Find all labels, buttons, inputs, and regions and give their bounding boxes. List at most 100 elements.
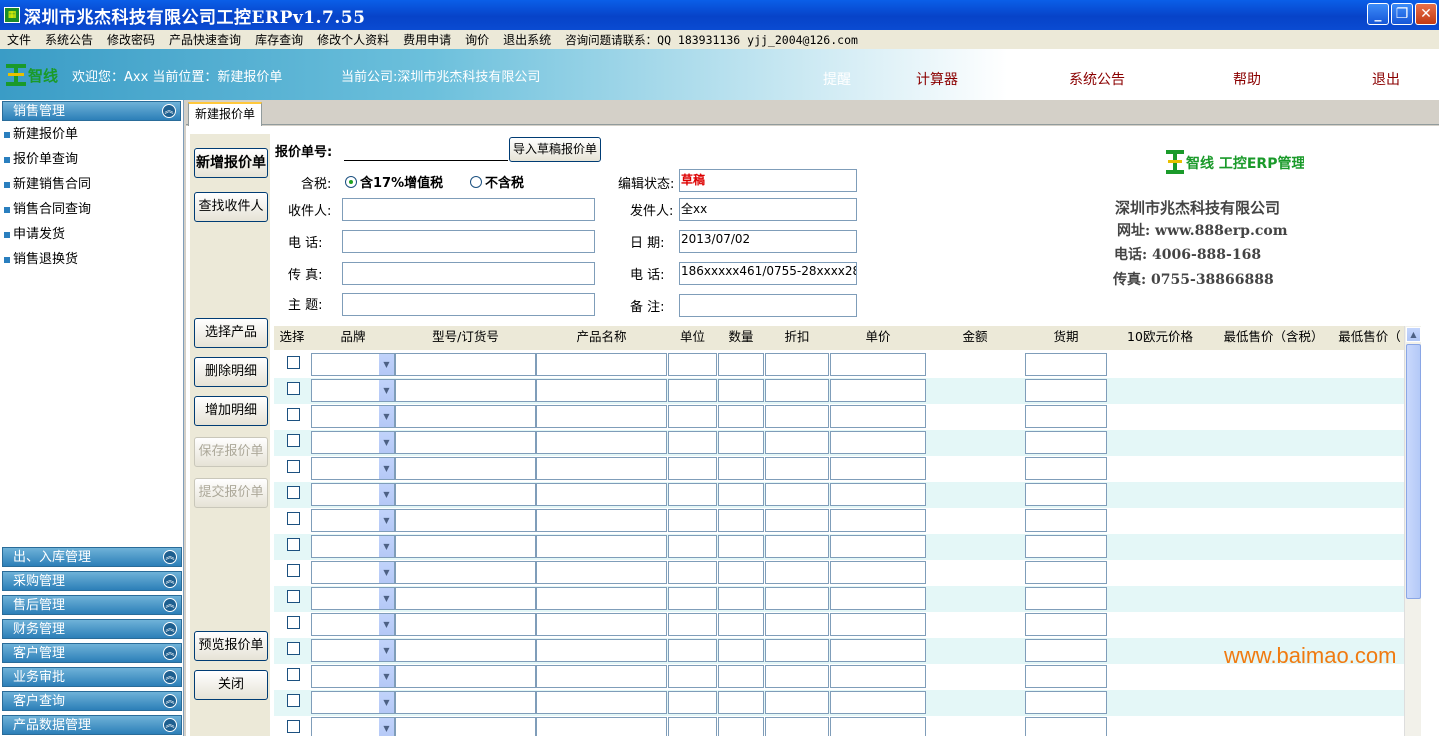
grid-cell-input[interactable] [668,535,717,558]
chevron-down-icon[interactable]: ▼ [378,406,394,427]
delivery-input[interactable] [1025,535,1107,558]
menu-product-search[interactable]: 产品快速查询 [162,31,248,48]
tax-option-vat[interactable]: 含17%增值税 [345,172,443,191]
sender-field[interactable]: 全xx [679,198,857,221]
sidebar-item-contract-query[interactable]: 销售合同查询 [0,197,183,222]
grid-cell-input[interactable] [765,405,829,428]
delivery-input[interactable] [1025,457,1107,480]
chevron-up-icon[interactable]: ︽ [162,104,176,118]
grid-cell-input[interactable] [718,613,764,636]
menu-file[interactable]: 文件 [0,31,38,48]
row-checkbox[interactable] [287,434,300,447]
chevron-down-icon[interactable]: ▼ [378,692,394,713]
quote-no-field[interactable] [344,141,508,161]
col-unit[interactable]: 单位 [668,326,717,351]
grid-cell-input[interactable] [536,431,667,454]
grid-cell-input[interactable] [668,691,717,714]
row-checkbox[interactable] [287,642,300,655]
row-checkbox[interactable] [287,486,300,499]
brand-dropdown[interactable]: ▼ [311,405,395,428]
sidebar-group-sales[interactable]: 销售管理 ︽ [2,101,181,121]
grid-cell-input[interactable] [718,717,764,736]
menu-change-password[interactable]: 修改密码 [100,31,162,48]
grid-cell-input[interactable] [668,587,717,610]
grid-cell-input[interactable] [830,561,926,584]
menu-expense[interactable]: 费用申请 [396,31,458,48]
grid-cell-input[interactable] [395,353,536,376]
submit-quote-button[interactable]: 提交报价单 [194,478,268,508]
header-link-reminder[interactable]: 提醒 [823,69,851,89]
chevron-down-icon[interactable]: ▼ [378,354,394,375]
grid-cell-input[interactable] [718,587,764,610]
new-quote-button[interactable]: 新增报价单 [194,148,268,178]
scroll-up-icon[interactable]: ▲ [1406,327,1421,342]
grid-cell-input[interactable] [718,379,764,402]
grid-cell-input[interactable] [765,431,829,454]
add-detail-button[interactable]: 增加明细 [194,396,268,426]
grid-cell-input[interactable] [395,379,536,402]
save-quote-button[interactable]: 保存报价单 [194,437,268,467]
chevron-down-icon[interactable]: ▼ [378,484,394,505]
grid-cell-input[interactable] [395,717,536,736]
find-recipient-button[interactable]: 查找收件人 [194,192,268,222]
row-checkbox[interactable] [287,538,300,551]
date-field[interactable]: 2013/07/02 [679,230,857,253]
grid-cell-input[interactable] [536,717,667,736]
grid-cell-input[interactable] [668,717,717,736]
brand-dropdown[interactable]: ▼ [311,587,395,610]
grid-cell-input[interactable] [536,457,667,480]
grid-cell-input[interactable] [536,691,667,714]
grid-cell-input[interactable] [395,457,536,480]
grid-cell-input[interactable] [395,665,536,688]
menu-announcement[interactable]: 系统公告 [38,31,100,48]
sidebar-group-aftersales[interactable]: 售后管理 ︽ [2,595,182,615]
menu-exit[interactable]: 退出系统 [496,31,558,48]
row-checkbox[interactable] [287,460,300,473]
brand-dropdown[interactable]: ▼ [311,509,395,532]
grid-cell-input[interactable] [718,561,764,584]
col-qty[interactable]: 数量 [718,326,764,351]
chevron-up-icon[interactable]: ︽ [163,670,177,684]
col-delivery[interactable]: 货期 [1025,326,1107,351]
col-unit-price[interactable]: 单价 [830,326,926,351]
grid-cell-input[interactable] [718,665,764,688]
row-checkbox[interactable] [287,590,300,603]
grid-cell-input[interactable] [718,509,764,532]
delivery-input[interactable] [1025,613,1107,636]
chevron-down-icon[interactable]: ▼ [378,432,394,453]
grid-cell-input[interactable] [718,431,764,454]
grid-cell-input[interactable] [830,665,926,688]
tax-option-none[interactable]: 不含税 [470,172,524,191]
grid-cell-input[interactable] [830,717,926,736]
chevron-up-icon[interactable]: ︽ [163,694,177,708]
chevron-down-icon[interactable]: ▼ [378,458,394,479]
chevron-up-icon[interactable]: ︽ [163,718,177,732]
delivery-input[interactable] [1025,639,1107,662]
sender-phone-field[interactable]: 186xxxxx461/0755-28xxxx28 [679,262,857,285]
brand-dropdown[interactable]: ▼ [311,353,395,376]
sidebar-item-quote-query[interactable]: 报价单查询 [0,147,183,172]
sidebar-group-product-data[interactable]: 产品数据管理 ︽ [2,715,182,735]
col-amount[interactable]: 金额 [926,326,1024,351]
grid-cell-input[interactable] [668,353,717,376]
grid-cell-input[interactable] [668,639,717,662]
grid-cell-input[interactable] [830,405,926,428]
minimize-icon[interactable]: _ [1367,3,1389,25]
grid-cell-input[interactable] [536,613,667,636]
sidebar-item-shipping[interactable]: 申请发货 [0,222,183,247]
grid-cell-input[interactable] [830,691,926,714]
col-min-price-tax[interactable]: 最低售价（含税） [1213,326,1334,351]
sidebar-group-approval[interactable]: 业务审批 ︽ [2,667,182,687]
tab-new-quote[interactable]: 新建报价单 [188,102,262,126]
brand-dropdown[interactable]: ▼ [311,483,395,506]
grid-cell-input[interactable] [765,535,829,558]
delivery-input[interactable] [1025,665,1107,688]
grid-cell-input[interactable] [536,561,667,584]
sidebar-group-customer[interactable]: 客户管理 ︽ [2,643,182,663]
chevron-down-icon[interactable]: ▼ [378,614,394,635]
select-product-button[interactable]: 选择产品 [194,318,268,348]
sidebar-item-new-quote[interactable]: 新建报价单 [0,122,183,147]
col-select[interactable]: 选择 [274,326,310,351]
import-draft-button[interactable]: 导入草稿报价单 [509,137,601,162]
row-checkbox[interactable] [287,382,300,395]
